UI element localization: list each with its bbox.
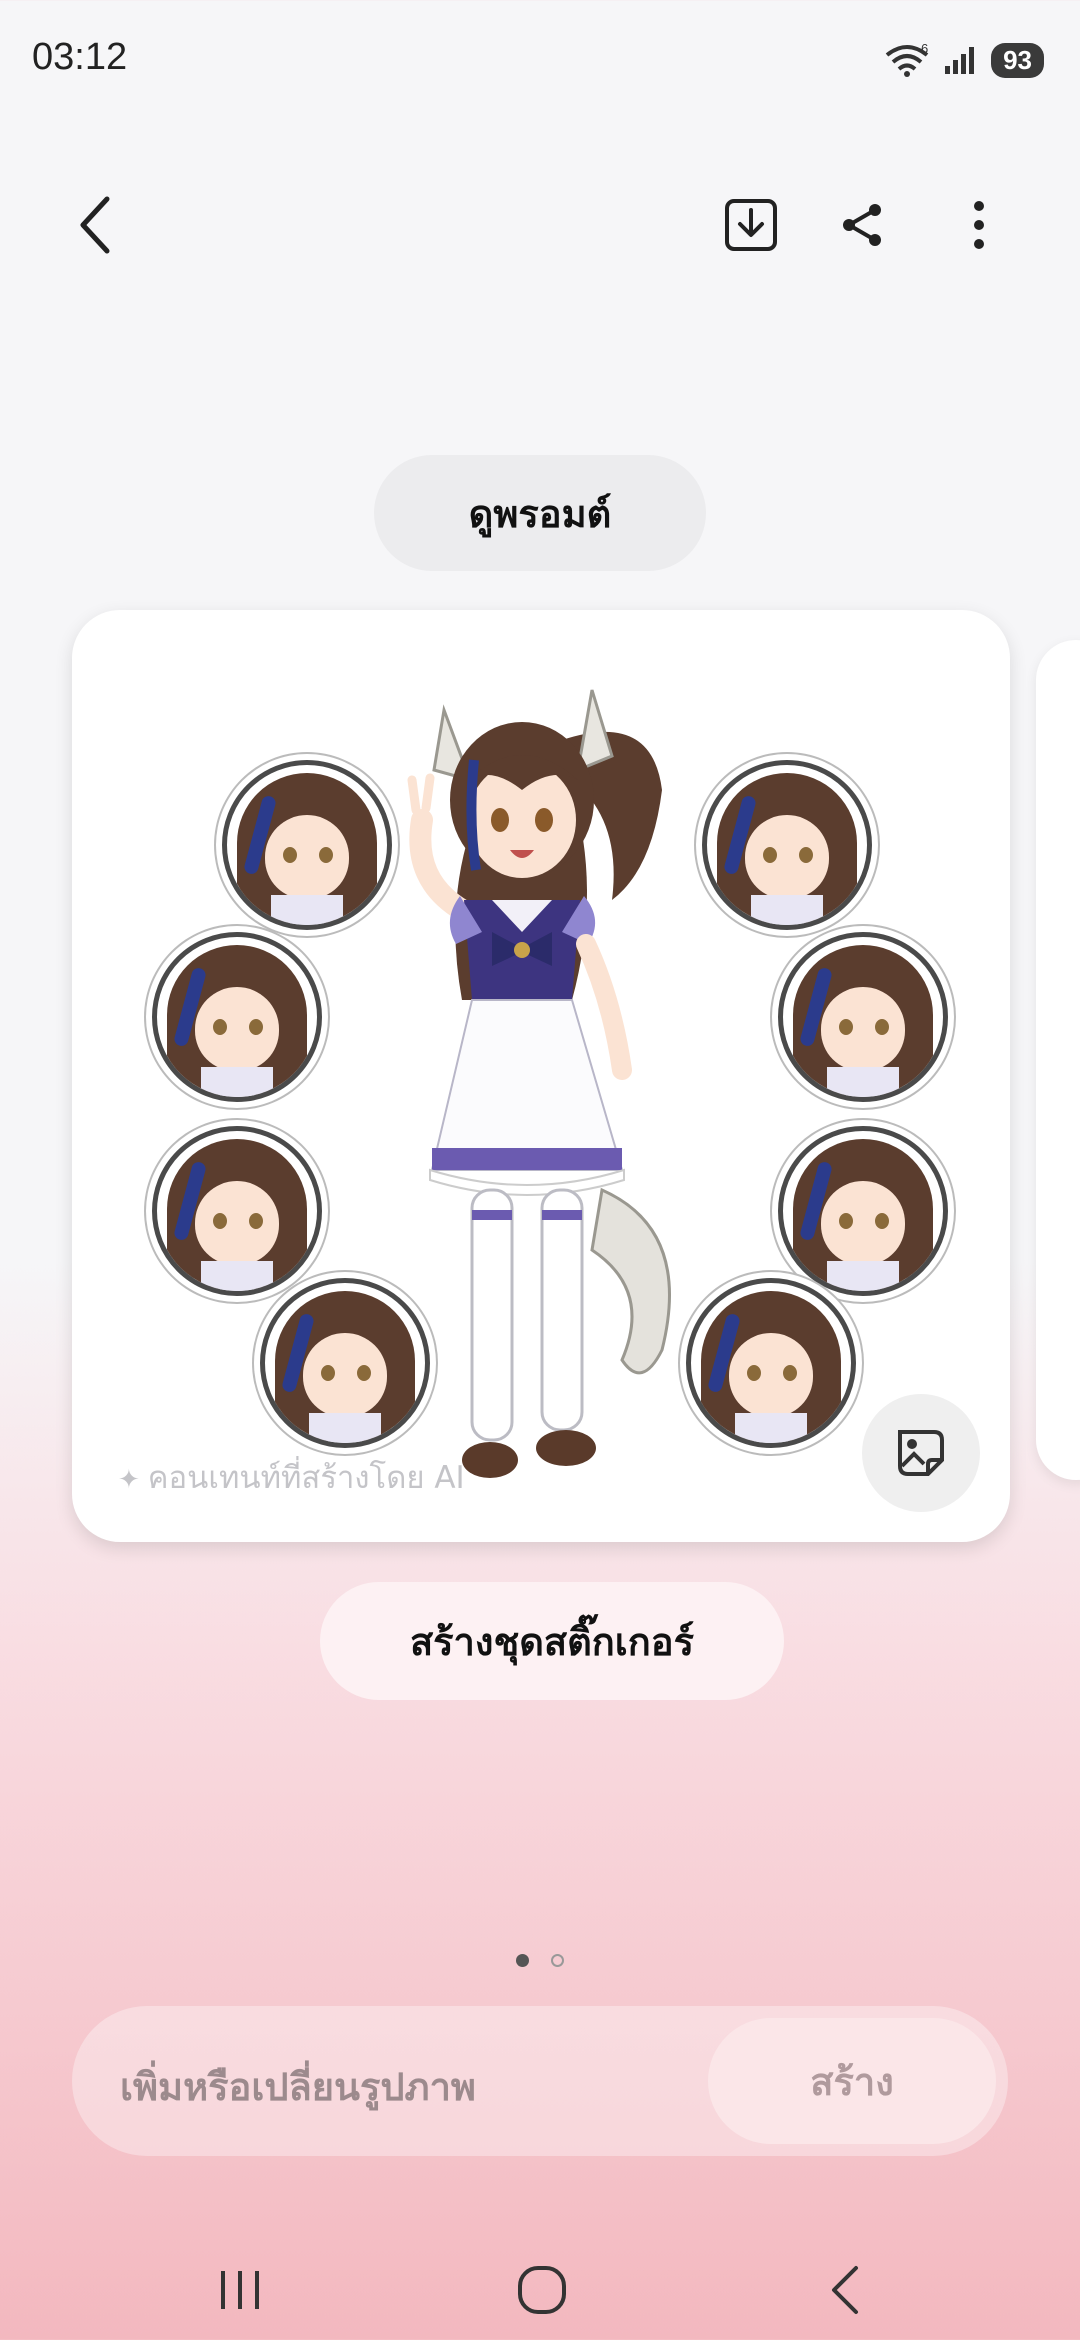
sticker-head [152,932,322,1102]
signal-icon [945,47,975,74]
wifi-icon: 6 [885,41,929,77]
view-prompt-button[interactable]: ดูพรอมต์ [374,455,706,571]
nav-back-button[interactable] [806,2250,886,2330]
download-icon [725,199,777,251]
chevron-left-icon [80,196,110,254]
top-toolbar [0,170,1080,270]
battery-indicator: 93 [991,42,1044,78]
ai-content-label: ✦ คอนเทนท์ที่สร้างโดย AI [118,1452,465,1502]
image-sticker-icon [898,1430,944,1476]
next-card-peek[interactable] [1036,640,1080,1480]
sparkle-icon: ✦ [118,1465,140,1495]
sticker-head [778,1126,948,1296]
sticker-head [222,760,392,930]
back-icon [832,2266,858,2314]
status-time: 03:12 [32,36,128,78]
prompt-input-bar: เพิ่มหรือเปลี่ยนรูปภาพ สร้าง [72,2006,1008,2156]
generated-image-card[interactable]: ✦ คอนเทนท์ที่สร้างโดย AI [72,610,1010,1542]
create-sticker-set-button[interactable]: สร้างชุดสติ๊กเกอร์ [320,1582,784,1700]
character-illustration [407,689,671,1478]
page-dot-active [516,1954,529,1967]
ai-content-text: คอนเทนท์ที่สร้างโดย AI [147,1460,465,1496]
sticker-head [778,932,948,1102]
add-change-image-input[interactable]: เพิ่มหรือเปลี่ยนรูปภาพ [120,2056,476,2117]
page-dot [551,1954,564,1967]
sticker-head [152,1126,322,1296]
status-icons: 6 93 [883,40,1044,80]
recents-icon [221,2271,259,2309]
sticker-head [702,760,872,930]
navigation-bar [0,2240,1080,2340]
make-sticker-button[interactable] [862,1394,980,1512]
share-button[interactable] [828,190,898,260]
status-bar: 03:12 6 93 [0,0,1080,120]
back-button[interactable] [62,190,132,260]
home-button[interactable] [502,2250,582,2330]
create-button[interactable]: สร้าง [708,2018,996,2144]
wifi-badge: 6 [921,41,928,56]
more-vertical-icon [974,201,984,249]
home-icon [518,2266,566,2314]
more-options-button[interactable] [944,190,1014,260]
page-indicator [516,1954,564,1967]
share-icon [843,204,881,246]
download-button[interactable] [716,190,786,260]
recents-button[interactable] [200,2250,280,2330]
